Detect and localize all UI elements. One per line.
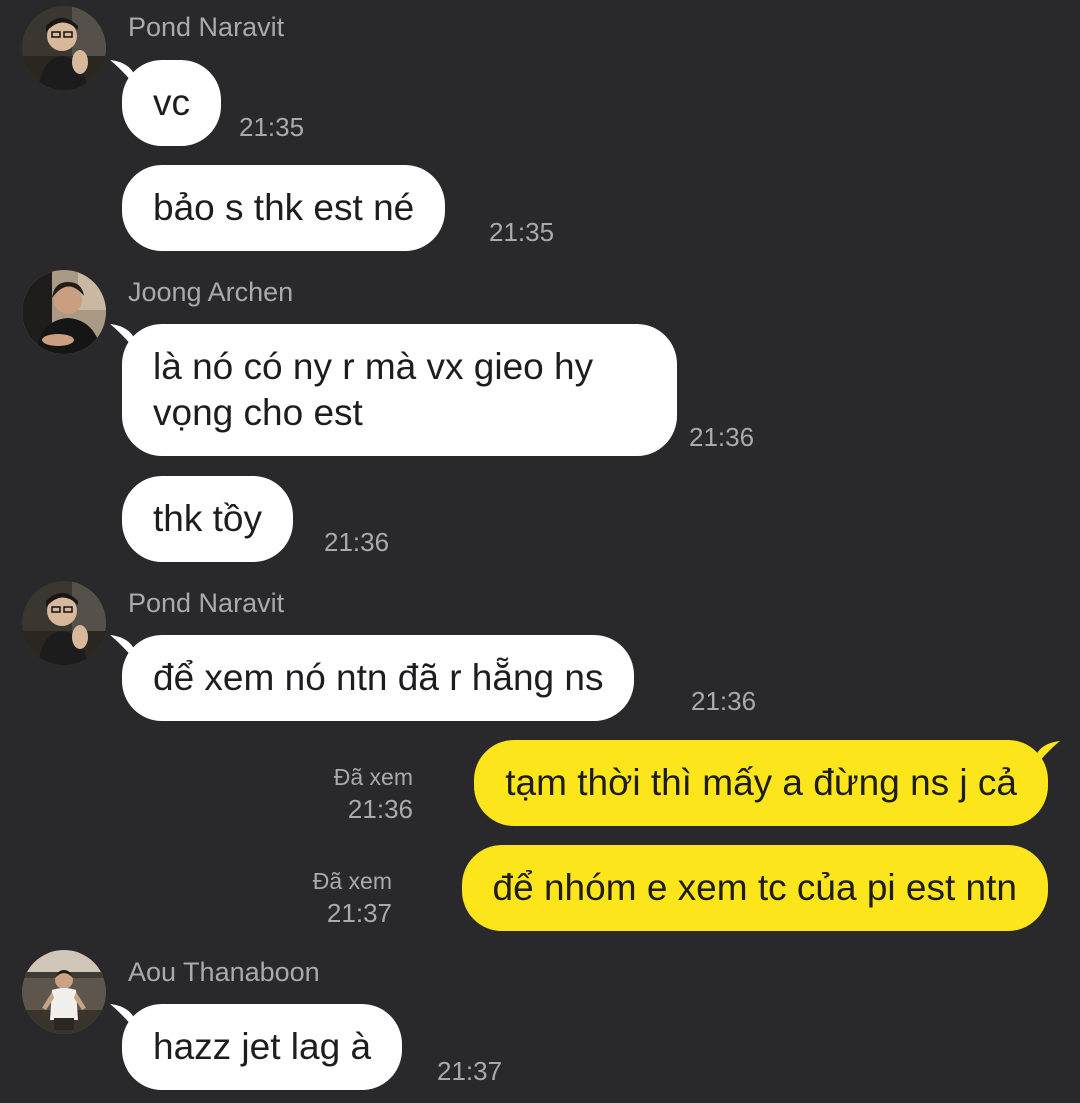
message-bubble[interactable]: vc [122,60,221,146]
sender-name: Pond Naravit [128,12,285,42]
message-time: 21:36 [324,527,390,557]
read-status: Đã xem [333,764,413,790]
message-time: 21:37 [326,898,392,928]
message-time: 21:35 [239,112,305,142]
read-status: Đã xem [312,868,392,894]
message-bubble[interactable]: thk tồy [122,476,293,562]
profile-photo-icon [22,581,106,665]
message-time: 21:37 [437,1056,503,1086]
avatar-joong-archen[interactable] [22,270,106,354]
bubble-tail [1036,741,1060,765]
avatar-aou-thanaboon[interactable] [22,950,106,1034]
sender-name: Pond Naravit [128,588,285,618]
sender-name: Aou Thanaboon [128,957,320,987]
profile-photo-icon [22,950,106,1034]
avatar-pond-naravit[interactable] [22,6,106,90]
profile-photo-icon [22,6,106,90]
message-time: 21:36 [691,686,757,716]
profile-photo-icon [22,270,106,354]
message-text: để nhóm e xem tc của pi est ntn [492,867,1017,908]
message-text: thk tồy [153,498,262,539]
message-bubble[interactable]: hazz jet lag à [122,1004,403,1090]
message-bubble-outgoing[interactable]: để nhóm e xem tc của pi est ntn [461,845,1048,931]
message-text: tạm thời thì mấy a đừng ns j cả [505,762,1017,803]
message-text: hazz jet lag à [153,1026,372,1067]
message-text: bảo s thk est né [153,187,415,228]
message-bubble[interactable]: bảo s thk est né [122,165,446,251]
message-meta: Đã xem 21:37 [313,866,392,930]
message-bubble[interactable]: là nó có ny r mà vx gieo hy vọng cho est [122,324,677,456]
message-meta: Đã xem 21:36 [334,762,413,826]
message-text: là nó có ny r mà vx gieo hy vọng cho est [153,346,594,433]
message-time: 21:36 [689,422,755,452]
message-time: 21:35 [489,217,555,247]
message-bubble[interactable]: để xem nó ntn đã r hẵng ns [122,635,635,721]
message-text: vc [153,82,190,123]
message-time: 21:36 [347,794,413,824]
sender-name: Joong Archen [128,277,294,307]
avatar-pond-naravit[interactable] [22,581,106,665]
message-text: để xem nó ntn đã r hẵng ns [153,657,604,698]
message-bubble-outgoing[interactable]: tạm thời thì mấy a đừng ns j cả [474,740,1048,826]
